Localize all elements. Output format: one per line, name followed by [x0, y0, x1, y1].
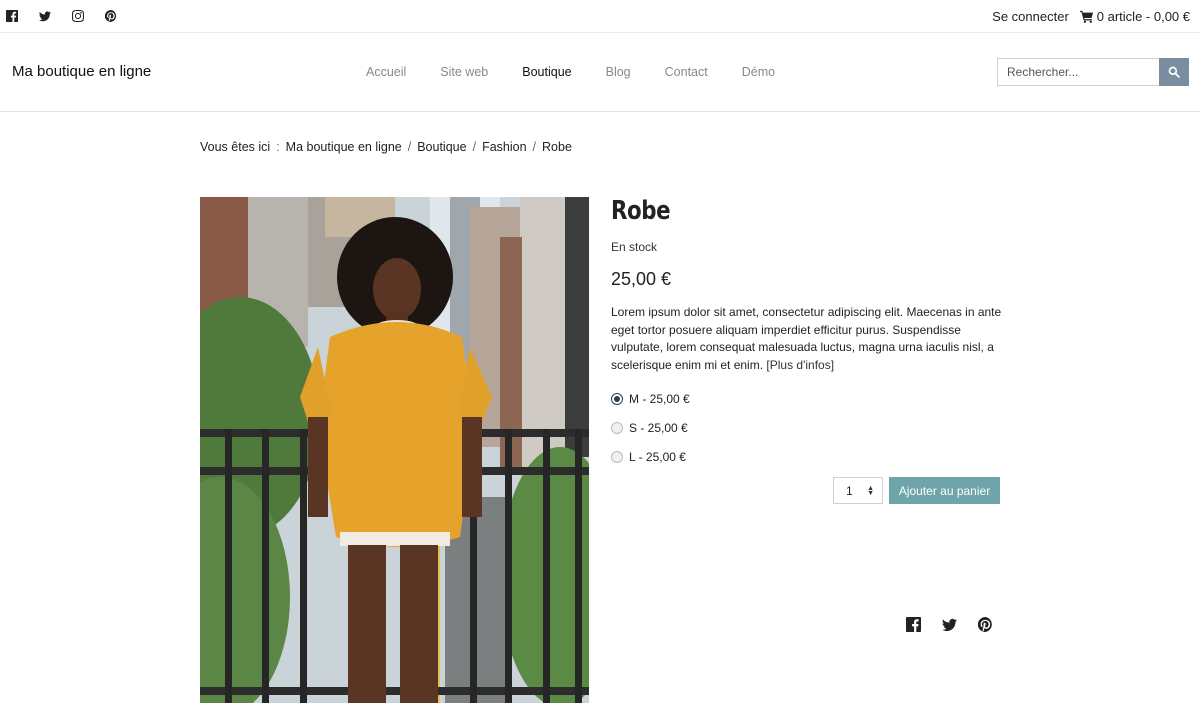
main-nav: Accueil Site web Boutique Blog Contact D…: [366, 65, 809, 79]
cart-link[interactable]: 0 article - 0,00 €: [1079, 9, 1190, 24]
variant-options: M - 25,00 € S - 25,00 € L - 25,00 €: [611, 391, 690, 478]
facebook-icon[interactable]: [906, 617, 921, 632]
site-header: Ma boutique en ligne Accueil Site web Bo…: [0, 33, 1200, 112]
stock-status: En stock: [611, 240, 658, 254]
nav-item-blog[interactable]: Blog: [606, 65, 631, 79]
cart-summary: 0 article - 0,00 €: [1096, 9, 1190, 24]
breadcrumb-separator: /: [472, 140, 477, 154]
site-brand[interactable]: Ma boutique en ligne: [12, 63, 151, 80]
breadcrumb-item-home[interactable]: Ma boutique en ligne: [286, 140, 402, 154]
account-area: Se connecter 0 article - 0,00 €: [992, 9, 1190, 24]
nav-item-contact[interactable]: Contact: [665, 65, 708, 79]
top-bar: Se connecter 0 article - 0,00 €: [0, 0, 1200, 33]
variant-radio[interactable]: [611, 422, 623, 434]
breadcrumb-separator: /: [407, 140, 412, 154]
search-icon: [1168, 66, 1180, 78]
variant-label: M - 25,00 €: [629, 392, 690, 406]
variant-option-s[interactable]: S - 25,00 €: [611, 420, 690, 436]
breadcrumb-colon: :: [276, 140, 280, 154]
nav-item-boutique[interactable]: Boutique: [522, 65, 571, 79]
quantity-value: 1: [846, 483, 853, 498]
social-links: [6, 10, 138, 22]
more-info-link[interactable]: [Plus d'infos]: [766, 358, 834, 372]
product-title: Robe: [611, 196, 671, 226]
variant-label: S - 25,00 €: [629, 421, 688, 435]
breadcrumb-item-fashion[interactable]: Fashion: [482, 140, 526, 154]
twitter-icon[interactable]: [39, 10, 51, 22]
cart-icon: [1079, 10, 1094, 23]
instagram-icon[interactable]: [72, 10, 84, 22]
add-to-cart-button[interactable]: Ajouter au panier: [889, 477, 1000, 504]
breadcrumb-item-robe: Robe: [542, 140, 572, 154]
breadcrumb-item-boutique[interactable]: Boutique: [417, 140, 466, 154]
twitter-icon[interactable]: [942, 617, 957, 632]
share-links: [906, 617, 1014, 632]
quantity-select[interactable]: 1 ▲ ▼: [833, 477, 883, 504]
search-input[interactable]: [997, 58, 1159, 86]
nav-item-site-web[interactable]: Site web: [440, 65, 488, 79]
facebook-icon[interactable]: [6, 10, 18, 22]
product-description: Lorem ipsum dolor sit amet, consectetur …: [611, 304, 1003, 374]
variant-option-l[interactable]: L - 25,00 €: [611, 449, 690, 465]
pinterest-icon[interactable]: [105, 10, 117, 22]
variant-radio[interactable]: [611, 393, 623, 405]
login-link[interactable]: Se connecter: [992, 9, 1069, 24]
search-button[interactable]: [1159, 58, 1189, 86]
product-image[interactable]: [200, 197, 589, 703]
breadcrumb: Vous êtes ici : Ma boutique en ligne / B…: [200, 140, 572, 154]
variant-option-m[interactable]: M - 25,00 €: [611, 391, 690, 407]
pinterest-icon[interactable]: [978, 617, 993, 632]
nav-item-accueil[interactable]: Accueil: [366, 65, 406, 79]
breadcrumb-label: Vous êtes ici: [200, 140, 271, 154]
search-box: [997, 58, 1189, 86]
product-price: 25,00 €: [611, 269, 672, 289]
variant-radio[interactable]: [611, 451, 623, 463]
breadcrumb-separator: /: [532, 140, 537, 154]
nav-item-demo[interactable]: Démo: [742, 65, 775, 79]
variant-label: L - 25,00 €: [629, 450, 686, 464]
updown-icon: ▲ ▼: [867, 484, 874, 497]
